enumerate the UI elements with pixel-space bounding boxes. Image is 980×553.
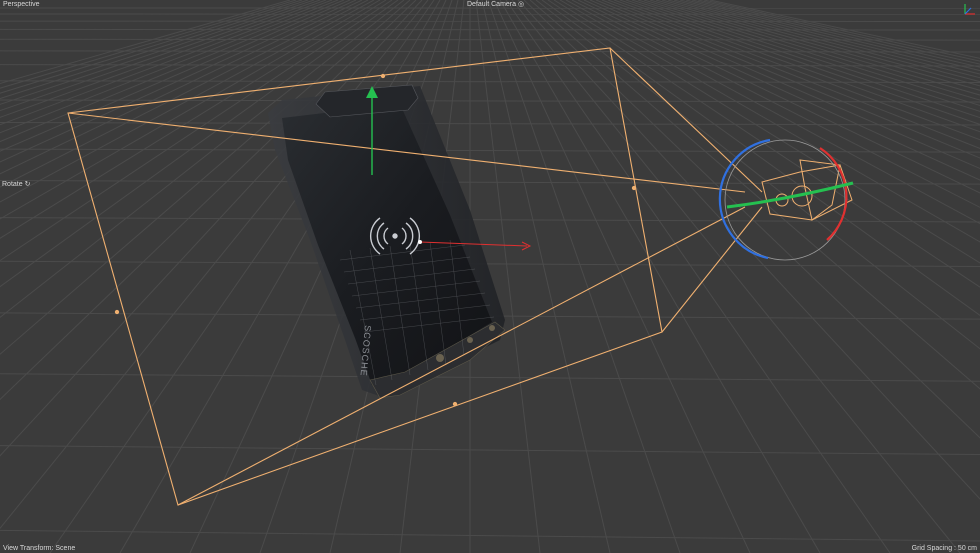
viewport-scene[interactable]: SCOSCHE bbox=[0, 0, 980, 553]
axis-orientation-icon[interactable] bbox=[960, 1, 978, 19]
active-camera-label[interactable]: Default Camera ◎ bbox=[467, 0, 524, 9]
3d-viewport[interactable]: SCOSCHE Perspective Default Camera ◎ Rot… bbox=[0, 0, 980, 553]
phone-model[interactable]: SCOSCHE bbox=[268, 84, 506, 399]
rotate-icon: ↻ bbox=[24, 181, 31, 188]
tool-label-text: Rotate bbox=[2, 181, 23, 188]
camera-label-text: Default Camera bbox=[467, 1, 517, 8]
view-mode-label[interactable]: Perspective bbox=[3, 0, 40, 9]
active-tool-label: Rotate ↻ bbox=[2, 180, 31, 189]
grid-spacing-label: Grid Spacing : 50 cm bbox=[911, 545, 977, 552]
view-transform-label: View Transform: Scene bbox=[3, 545, 76, 552]
camera-icon: ◎ bbox=[518, 1, 525, 8]
